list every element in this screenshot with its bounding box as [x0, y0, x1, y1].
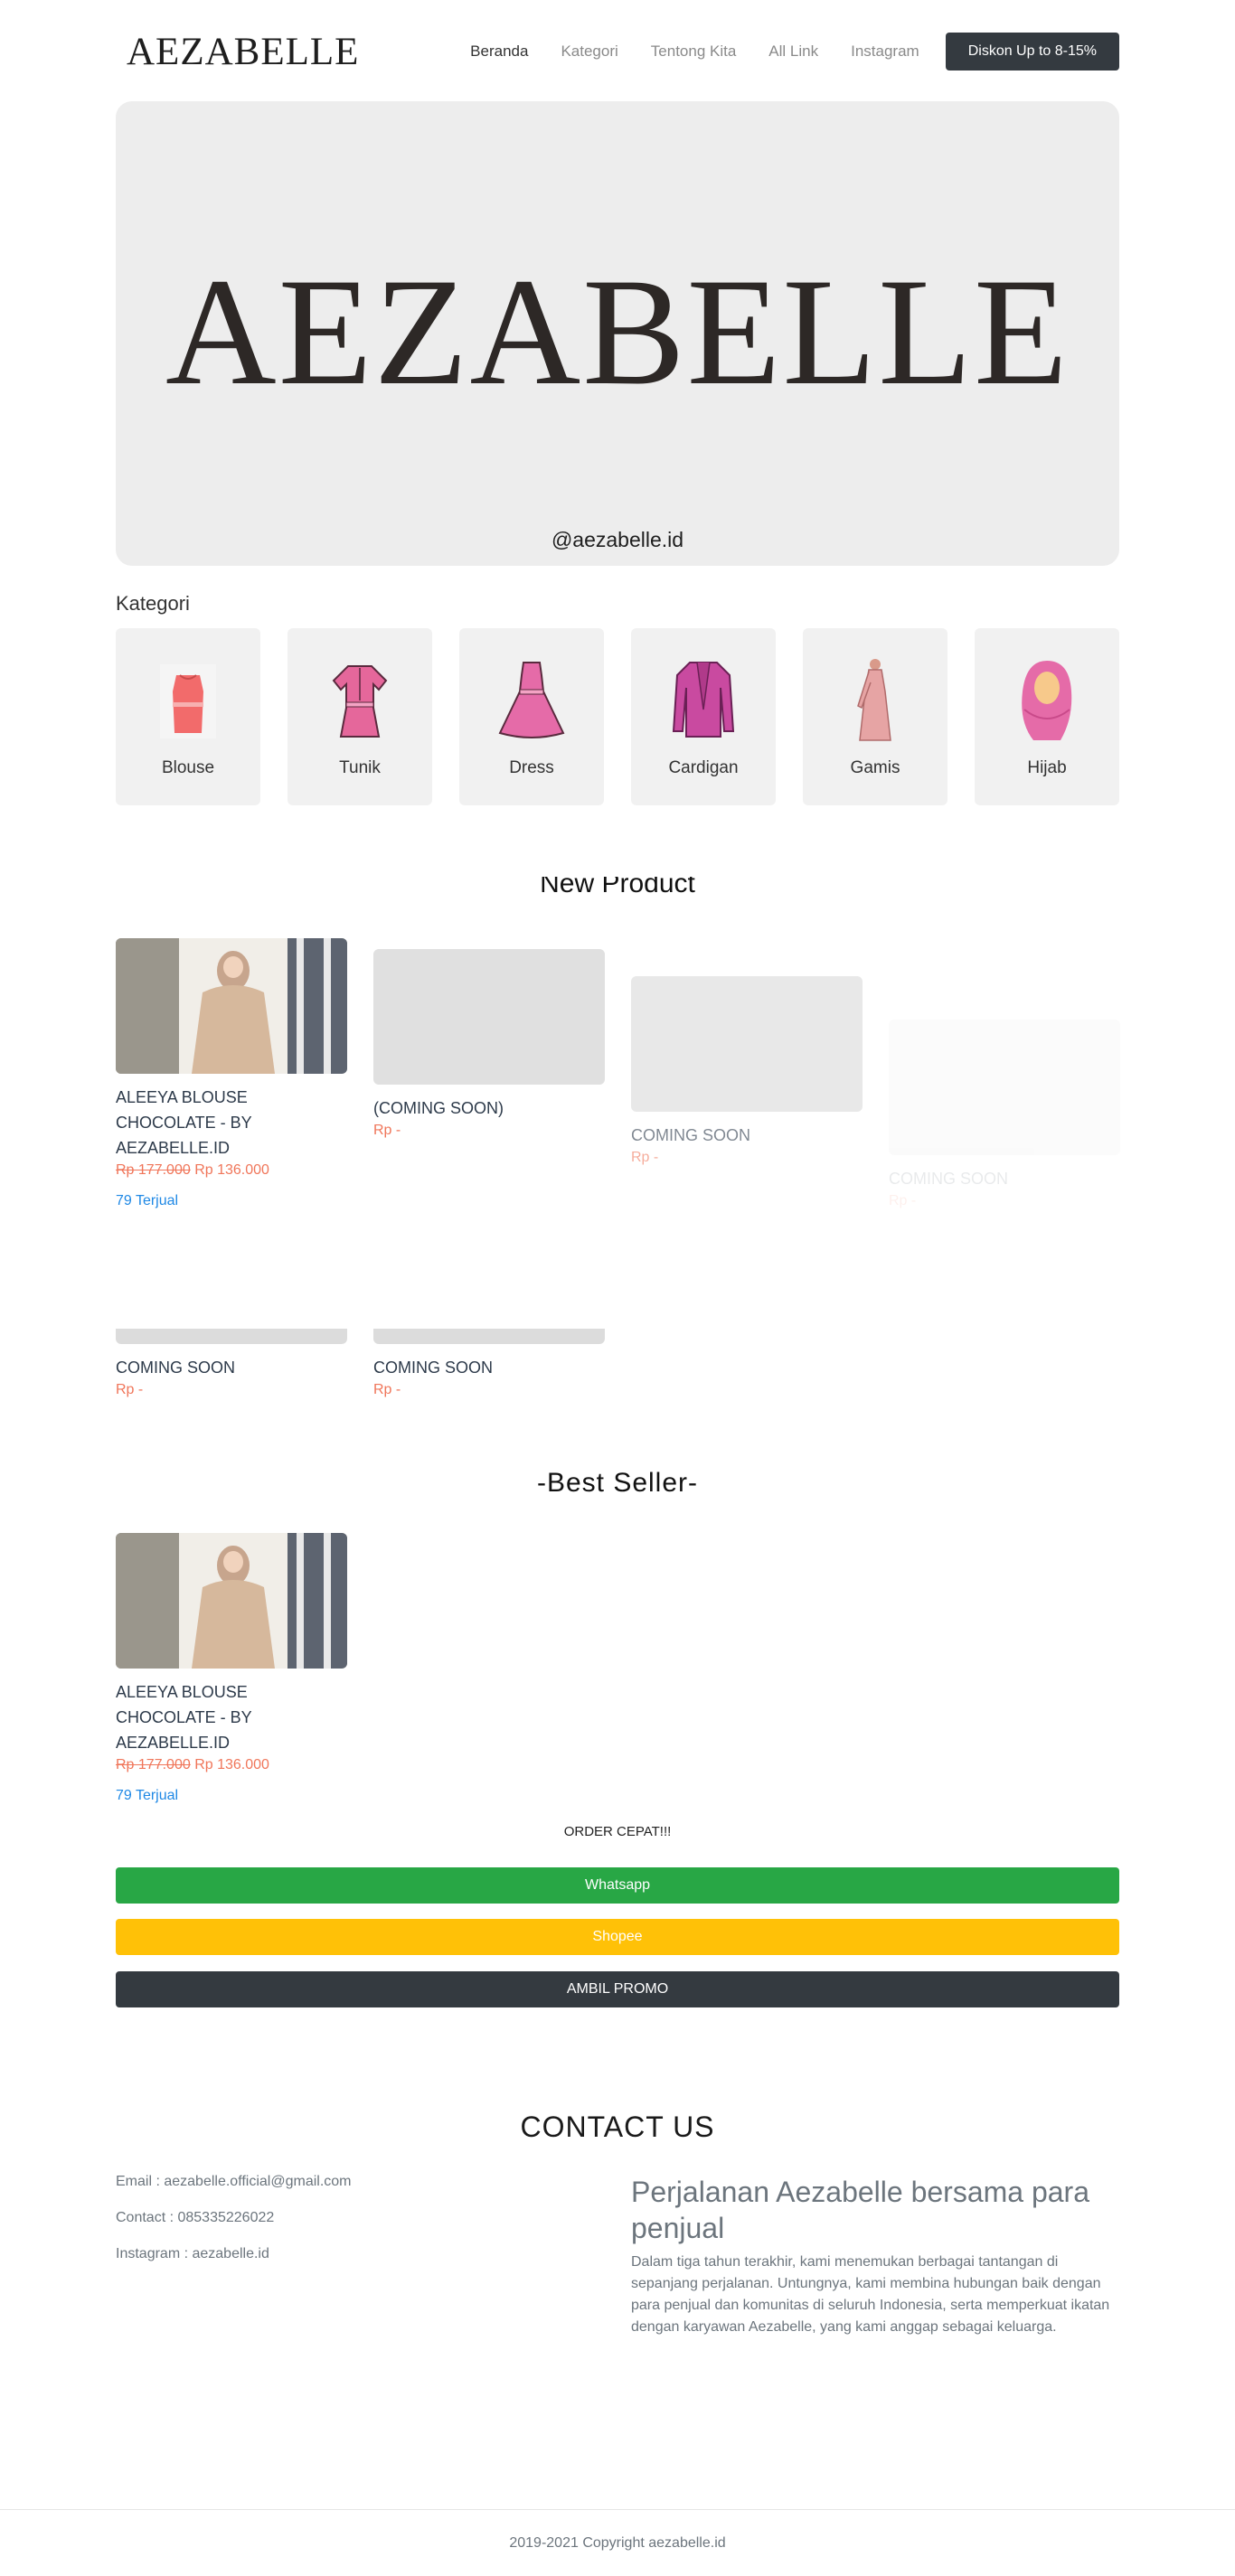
nav-menu: Beranda Kategori Tentong Kita All Link I…	[438, 33, 1119, 71]
product-sale-price: Rp 136.000	[194, 1162, 269, 1178]
nav-link-all-link[interactable]: All Link	[768, 42, 818, 61]
product-sold-count: 79 Terjual	[116, 1193, 179, 1208]
order-cepat-label: ORDER CEPAT!!!	[563, 1824, 672, 1839]
diskon-button[interactable]: Diskon Up to 8-15%	[945, 33, 1119, 71]
contact-instagram: Instagram : aezabelle.id	[116, 2246, 269, 2261]
nav-link-tentang-kita[interactable]: Tentong Kita	[651, 42, 737, 61]
kategori-name: Hijab	[1027, 758, 1067, 777]
best-seller-card[interactable]: ALEEYA BLOUSE CHOCOLATE - BY AEZABELLE.I…	[116, 1533, 347, 1804]
product-price: Rp 177.000 Rp 136.000	[116, 1757, 347, 1773]
product-name[interactable]: ALEEYA BLOUSE CHOCOLATE - BY AEZABELLE.I…	[116, 1085, 347, 1161]
product-image-placeholder	[631, 976, 863, 1112]
product-price: Rp -	[373, 1123, 401, 1138]
kategori-card-hijab[interactable]: Hijab	[975, 628, 1119, 805]
product-name[interactable]: COMING SOON	[373, 1355, 605, 1380]
ambil-promo-button[interactable]: AMBIL PROMO	[116, 1971, 1119, 2007]
kategori-name: Cardigan	[668, 758, 739, 777]
product-card[interactable]: COMING SOON Rp -	[889, 1020, 1120, 1209]
kategori-name: Tunik	[339, 758, 381, 777]
product-old-price: Rp 177.000	[116, 1757, 191, 1772]
kategori-card-blouse[interactable]: Blouse	[116, 628, 260, 805]
dress-icon	[498, 662, 565, 738]
navbar: AEZABELLE Beranda Kategori Tentong Kita …	[116, 25, 1119, 78]
product-image	[116, 938, 347, 1074]
product-card[interactable]: COMING SOON Rp -	[116, 1329, 347, 1398]
story-section: Perjalanan Aezabelle bersama para penjua…	[631, 2174, 1119, 2338]
product-image-placeholder	[889, 1020, 1120, 1155]
new-product-heading: New Product	[540, 877, 695, 898]
hijab-icon	[1022, 661, 1072, 740]
story-text: Dalam tiga tahun terakhir, kami menemuka…	[631, 2254, 1110, 2335]
contact-email: Email : aezabelle.official@gmail.com	[116, 2174, 352, 2189]
product-image-placeholder	[116, 1329, 347, 1344]
product-card[interactable]: COMING SOON Rp -	[631, 976, 863, 1166]
contact-heading: CONTACT US	[520, 2111, 715, 2143]
product-price: Rp 177.000 Rp 136.000	[116, 1162, 347, 1179]
product-sale-price: Rp 136.000	[194, 1757, 269, 1772]
footer: 2019-2021 Copyright aezabelle.id	[0, 2509, 1235, 2576]
best-seller-heading: -Best Seller-	[536, 1468, 699, 1498]
shopee-button[interactable]: Shopee	[116, 1919, 1119, 1955]
contact-phone: Contact : 085335226022	[116, 2210, 275, 2225]
product-name[interactable]: (COMING SOON)	[373, 1095, 605, 1121]
nav-link-instagram[interactable]: Instagram	[851, 42, 919, 61]
contact-info: Email : aezabelle.official@gmail.com Con…	[116, 2174, 352, 2282]
product-sold-count: 79 Terjual	[116, 1788, 179, 1803]
product-card[interactable]: COMING SOON Rp -	[373, 1329, 605, 1398]
cardigan-icon	[672, 662, 735, 738]
product-card[interactable]: (COMING SOON) Rp -	[373, 949, 605, 1139]
tunik-icon	[332, 665, 388, 738]
product-card[interactable]: ALEEYA BLOUSE CHOCOLATE - BY AEZABELLE.I…	[116, 938, 347, 1209]
blouse-icon	[160, 664, 216, 738]
kategori-card-dress[interactable]: Dress	[459, 628, 604, 805]
product-name[interactable]: ALEEYA BLOUSE CHOCOLATE - BY AEZABELLE.I…	[116, 1679, 347, 1755]
kategori-card-gamis[interactable]: Gamis	[803, 628, 947, 805]
product-name[interactable]: COMING SOON	[631, 1123, 863, 1148]
whatsapp-button[interactable]: Whatsapp	[116, 1867, 1119, 1904]
story-title: Perjalanan Aezabelle bersama para penjua…	[631, 2176, 1089, 2244]
product-image	[116, 1533, 347, 1669]
product-price: Rp -	[889, 1193, 917, 1208]
kategori-name: Blouse	[161, 758, 215, 777]
product-name[interactable]: COMING SOON	[116, 1355, 347, 1380]
kategori-card-cardigan[interactable]: Cardigan	[631, 628, 776, 805]
footer-copyright: 2019-2021 Copyright aezabelle.id	[509, 2534, 726, 2551]
kategori-list: Blouse Tunik Dress Cardigan Gamis Hijab	[116, 628, 1119, 805]
hero-handle: @aezabelle.id	[551, 528, 684, 551]
kategori-name: Dress	[509, 758, 554, 777]
gamis-icon	[857, 659, 891, 741]
product-price: Rp -	[631, 1150, 659, 1165]
product-image-placeholder	[373, 1329, 605, 1344]
hero-banner: AEZABELLE @aezabelle.id	[116, 101, 1119, 566]
kategori-name: Gamis	[850, 758, 900, 777]
nav-link-kategori[interactable]: Kategori	[561, 42, 618, 61]
kategori-card-tunik[interactable]: Tunik	[288, 628, 432, 805]
hero-title: AEZABELLE	[165, 247, 1070, 417]
product-image-placeholder	[373, 949, 605, 1085]
brand-logo[interactable]: AEZABELLE	[116, 30, 359, 74]
kategori-heading: Kategori	[116, 592, 190, 615]
nav-link-beranda[interactable]: Beranda	[470, 42, 528, 61]
product-old-price: Rp 177.000	[116, 1162, 191, 1178]
product-price: Rp -	[116, 1382, 144, 1397]
product-name[interactable]: COMING SOON	[889, 1166, 1120, 1191]
product-price: Rp -	[373, 1382, 401, 1397]
